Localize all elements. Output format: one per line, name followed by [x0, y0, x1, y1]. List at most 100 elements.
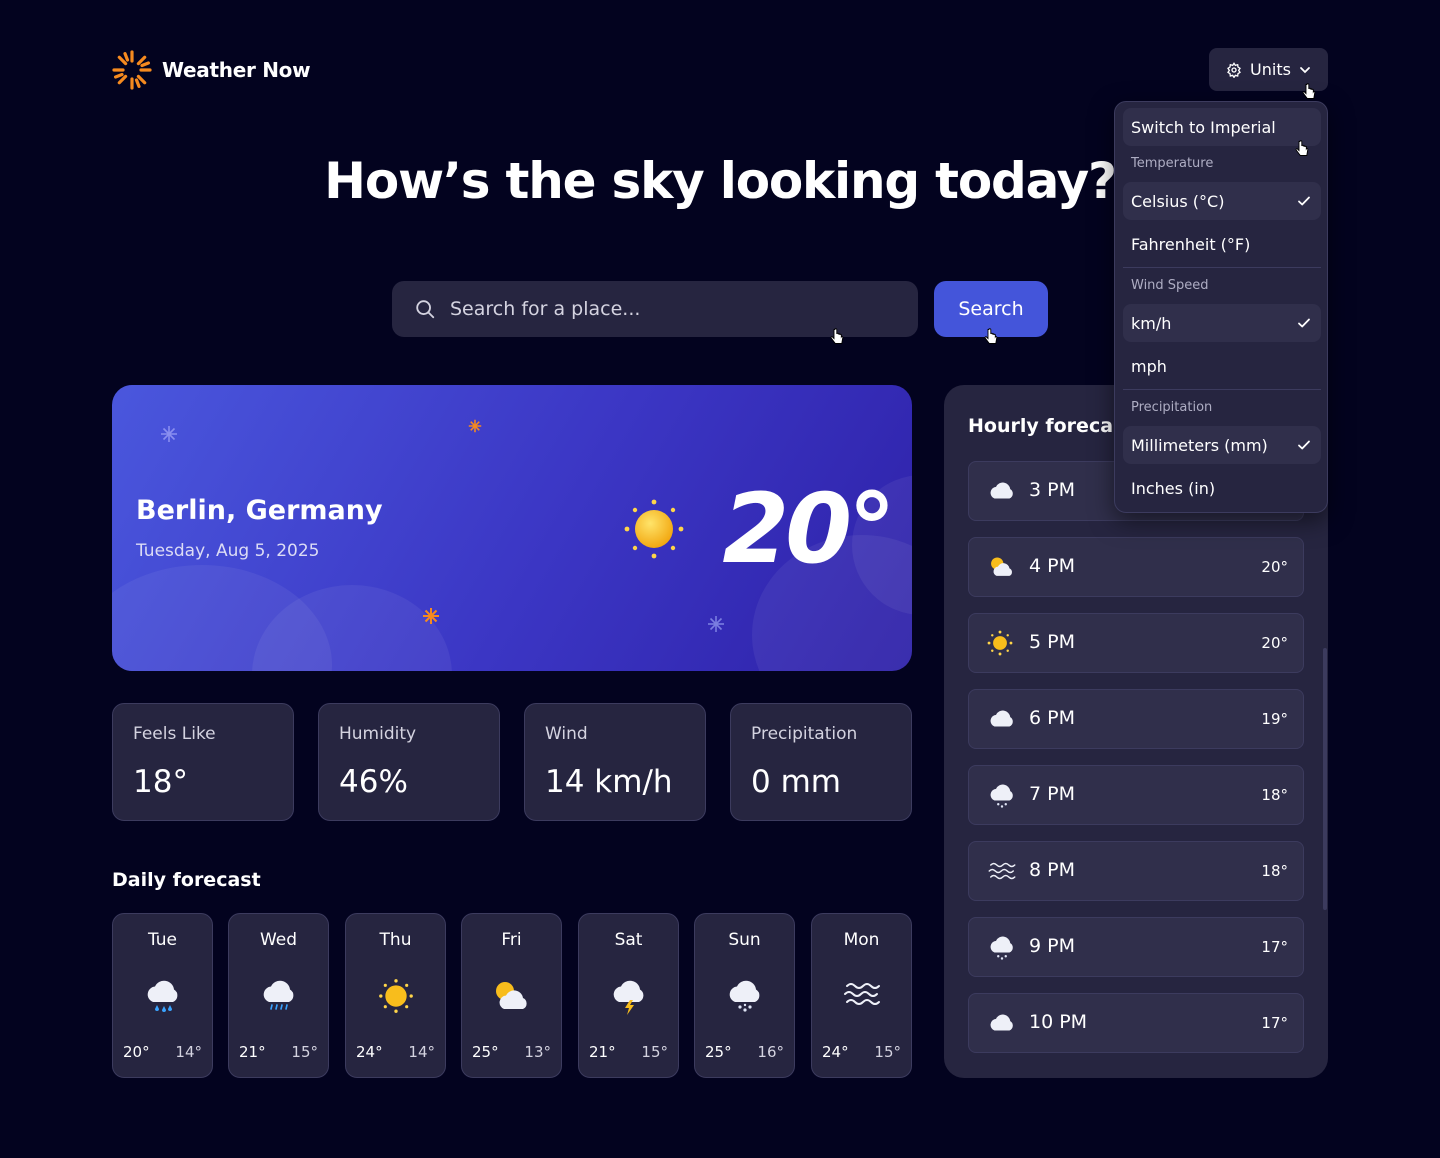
stat-value: 14 km/h: [545, 764, 673, 800]
hour-temp: 20°: [1261, 558, 1288, 576]
chevron-down-icon: [1300, 66, 1310, 73]
cloud-icon: [990, 482, 1013, 499]
snow-icon: [990, 936, 1013, 960]
fog-icon: [988, 862, 1016, 880]
day-name: Fri: [501, 930, 522, 950]
option-celsius[interactable]: Celsius (°C): [1123, 182, 1321, 220]
hand-cursor-icon: [984, 328, 998, 344]
daily-forecast-title: Daily forecast: [112, 869, 261, 891]
daily-card: Thu 24° 14°: [345, 913, 446, 1078]
hour-temp: 17°: [1261, 938, 1288, 956]
stat-value: 18°: [133, 764, 188, 800]
cloud-icon: [990, 1014, 1013, 1031]
hour-time: 10 PM: [1029, 1011, 1088, 1033]
units-dropdown-menu: Switch to Imperial Temperature Celsius (…: [1114, 101, 1328, 513]
hourly-row: 7 PM 18°: [968, 765, 1304, 825]
switch-units-label: Switch to Imperial: [1131, 117, 1276, 137]
check-icon: [1298, 196, 1310, 206]
day-low: 14°: [408, 1043, 435, 1061]
day-low: 15°: [874, 1043, 901, 1061]
day-low: 15°: [641, 1043, 668, 1061]
option-millimeters[interactable]: Millimeters (mm): [1123, 426, 1321, 464]
temperature-section-heading: Temperature: [1131, 156, 1214, 171]
day-high: 24°: [822, 1043, 849, 1061]
search-icon: [416, 300, 435, 319]
stat-card-precipitation: Precipitation 0 mm: [730, 703, 912, 821]
daily-card: Fri 25° 13°: [461, 913, 562, 1078]
option-label: Fahrenheit (°F): [1131, 234, 1251, 254]
hour-temp: 17°: [1261, 1014, 1288, 1032]
day-high: 24°: [356, 1043, 383, 1061]
day-high: 20°: [123, 1043, 150, 1061]
stat-label: Feels Like: [133, 724, 216, 744]
option-label: mph: [1131, 356, 1167, 376]
daily-card: Sat 21° 15°: [578, 913, 679, 1078]
current-temperature: 20°: [722, 473, 896, 585]
stat-value: 46%: [339, 764, 408, 800]
day-high: 21°: [589, 1043, 616, 1061]
sparkle-icon: [708, 616, 724, 632]
day-low: 14°: [175, 1043, 202, 1061]
stat-card-feels-like: Feels Like 18°: [112, 703, 294, 821]
hour-time: 7 PM: [1029, 783, 1075, 805]
hourly-row: 4 PM 20°: [968, 537, 1304, 597]
sun-logo-icon: [112, 50, 152, 90]
stat-value: 0 mm: [751, 764, 841, 800]
daily-card: Mon 24° 15°: [811, 913, 912, 1078]
day-low: 16°: [757, 1043, 784, 1061]
menu-divider: [1123, 389, 1321, 390]
day-high: 21°: [239, 1043, 266, 1061]
hourly-scrollbar[interactable]: [1323, 648, 1327, 910]
partly-cloudy-icon: [991, 557, 1012, 576]
drizzle-icon: [263, 980, 293, 1010]
day-low: 13°: [524, 1043, 551, 1061]
app-name: Weather Now: [162, 58, 311, 82]
stat-card-humidity: Humidity 46%: [318, 703, 500, 821]
day-name: Thu: [379, 930, 412, 950]
sunny-icon: [624, 499, 684, 559]
option-fahrenheit[interactable]: Fahrenheit (°F): [1123, 225, 1321, 263]
day-name: Tue: [147, 930, 178, 950]
hourly-row: 8 PM 18°: [968, 841, 1304, 901]
day-low: 15°: [291, 1043, 318, 1061]
hourly-row: 10 PM 17°: [968, 993, 1304, 1053]
hour-time: 3 PM: [1029, 479, 1075, 501]
cloud-icon: [990, 710, 1013, 727]
hour-time: 4 PM: [1029, 555, 1075, 577]
rain-icon: [147, 980, 177, 1012]
option-inches[interactable]: Inches (in): [1123, 469, 1321, 507]
hour-time: 9 PM: [1029, 935, 1075, 957]
sparkle-icon: [161, 426, 177, 442]
day-name: Sat: [614, 930, 643, 950]
hand-cursor-icon: [1295, 140, 1309, 156]
option-kmh[interactable]: km/h: [1123, 304, 1321, 342]
option-mph[interactable]: mph: [1123, 347, 1321, 385]
day-name: Wed: [259, 930, 298, 950]
hand-cursor-icon: [1302, 83, 1316, 99]
switch-to-imperial-option[interactable]: Switch to Imperial: [1123, 108, 1321, 146]
app-logo[interactable]: Weather Now: [112, 50, 311, 90]
sparkle-icon: [468, 419, 482, 433]
day-high: 25°: [705, 1043, 732, 1061]
hourly-row: 5 PM 20°: [968, 613, 1304, 673]
daily-card: Wed 21° 15°: [228, 913, 329, 1078]
wind-section-heading: Wind Speed: [1131, 278, 1209, 293]
hour-temp: 18°: [1261, 862, 1288, 880]
hour-temp: 18°: [1261, 786, 1288, 804]
fog-icon: [843, 983, 880, 1005]
option-label: Millimeters (mm): [1131, 435, 1268, 455]
check-icon: [1298, 318, 1310, 328]
hour-time: 6 PM: [1029, 707, 1075, 729]
hand-cursor-icon: [830, 328, 844, 344]
option-label: Inches (in): [1131, 478, 1216, 498]
snow-icon: [990, 784, 1013, 808]
check-icon: [1298, 440, 1310, 450]
search-input[interactable]: [450, 298, 890, 320]
snow-icon: [729, 980, 759, 1012]
units-label: Units: [1250, 60, 1291, 79]
sparkle-icon: [423, 608, 439, 624]
option-label: Celsius (°C): [1131, 191, 1225, 211]
current-date: Tuesday, Aug 5, 2025: [136, 541, 320, 561]
gear-icon: [1227, 61, 1241, 78]
partly-cloudy-icon: [495, 982, 527, 1009]
